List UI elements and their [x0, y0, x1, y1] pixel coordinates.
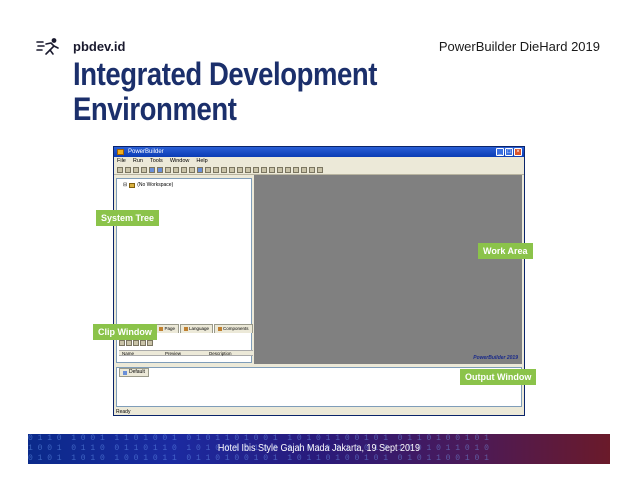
database-icon[interactable] — [213, 166, 219, 173]
menu-bar: File Run Tools Window Help — [114, 157, 524, 165]
search-icon[interactable] — [285, 166, 291, 173]
run-icon[interactable] — [141, 166, 147, 173]
window-titlebar: PowerBuilder _ □ × — [114, 147, 524, 157]
replace-icon[interactable] — [293, 166, 299, 173]
event-name: PowerBuilder DieHard 2019 — [438, 39, 600, 54]
clip-col-name[interactable]: Name — [122, 351, 134, 356]
output-tab-icon — [123, 370, 127, 375]
clip-header: Name Preview Description — [119, 350, 253, 356]
tab-components[interactable]: Components — [213, 324, 253, 333]
expand-icon[interactable]: ⊟ — [123, 182, 127, 188]
output-tab-label: Default — [129, 369, 145, 375]
workspace-icon — [129, 182, 136, 188]
clip-paste-icon[interactable] — [133, 340, 139, 346]
help-icon[interactable] — [309, 166, 315, 173]
menu-tools[interactable]: Tools — [150, 157, 163, 165]
work-area[interactable]: PowerBuilder 2019 — [254, 175, 522, 364]
tab-components-label: Components — [222, 326, 249, 331]
callout-system-tree: System Tree — [96, 210, 160, 226]
close-button[interactable]: × — [514, 148, 522, 156]
open-icon[interactable] — [133, 166, 139, 173]
print-icon[interactable] — [277, 166, 283, 173]
tab-page[interactable]: Page — [155, 324, 179, 333]
clip-toolbar — [119, 340, 153, 346]
clip-copy-icon[interactable] — [126, 340, 132, 346]
cut-icon[interactable] — [253, 166, 259, 173]
properties-icon[interactable] — [245, 166, 251, 173]
language-tab-icon — [183, 327, 188, 331]
pb-watermark: PowerBuilder 2019 — [473, 355, 518, 361]
callout-clip-window: Clip Window — [93, 324, 157, 340]
library-icon[interactable] — [205, 166, 211, 173]
tab-language[interactable]: Language — [179, 324, 213, 333]
app-icon — [117, 149, 124, 155]
footer-text: Hotel Ibis Style Gajah Mada Jakarta, 19 … — [217, 443, 421, 454]
status-bar: Ready — [116, 409, 131, 415]
clip-col-description[interactable]: Description — [209, 351, 232, 356]
minimize-button[interactable]: _ — [496, 148, 504, 156]
tree-item-workspace[interactable]: ⊟ (No Workspace) — [123, 182, 173, 188]
tree-item-label: (No Workspace) — [137, 182, 174, 188]
running-man-logo-icon — [36, 38, 59, 55]
back-icon[interactable] — [165, 166, 171, 173]
callout-work-area: Work Area — [478, 243, 533, 259]
paste-icon[interactable] — [269, 166, 275, 173]
page-tab-icon — [159, 327, 164, 331]
clip-edit-icon[interactable] — [147, 340, 153, 346]
footer-banner: 0 1 1 0 1 0 0 1 1 1 0 1 0 0 1 0 1 0 1 1 … — [28, 434, 610, 464]
exit-icon[interactable] — [317, 166, 323, 173]
tab-page-label: Page — [164, 326, 175, 331]
toolbar — [114, 165, 524, 175]
tools-icon[interactable] — [301, 166, 307, 173]
clip-new-icon[interactable] — [119, 340, 125, 346]
tab-language-label: Language — [188, 326, 209, 331]
deploy-icon[interactable] — [189, 166, 195, 173]
inherit-icon[interactable] — [125, 166, 131, 173]
script-icon[interactable] — [229, 166, 235, 173]
brand-name: pbdev.id — [73, 39, 126, 54]
components-tab-icon — [217, 327, 222, 331]
clip-col-preview[interactable]: Preview — [165, 351, 181, 356]
menu-file[interactable]: File — [117, 157, 126, 165]
maximize-button[interactable]: □ — [505, 148, 513, 156]
build-icon[interactable] — [181, 166, 187, 173]
menu-help[interactable]: Help — [196, 157, 207, 165]
layout-icon[interactable] — [197, 166, 203, 173]
debug-icon[interactable] — [157, 166, 163, 173]
slide-title: Integrated Development Environment — [73, 56, 378, 127]
tab-output-default[interactable]: Default — [119, 368, 149, 377]
menu-run[interactable]: Run — [133, 157, 143, 165]
copy-icon[interactable] — [261, 166, 267, 173]
callout-output-window: Output Window — [460, 369, 537, 385]
forward-icon[interactable] — [173, 166, 179, 173]
new-icon[interactable] — [117, 166, 123, 173]
clip-delete-icon[interactable] — [140, 340, 146, 346]
menu-window[interactable]: Window — [170, 157, 190, 165]
window-title: PowerBuilder — [128, 149, 164, 155]
browser-icon[interactable] — [221, 166, 227, 173]
save-icon[interactable] — [237, 166, 243, 173]
select-icon[interactable] — [149, 166, 155, 173]
